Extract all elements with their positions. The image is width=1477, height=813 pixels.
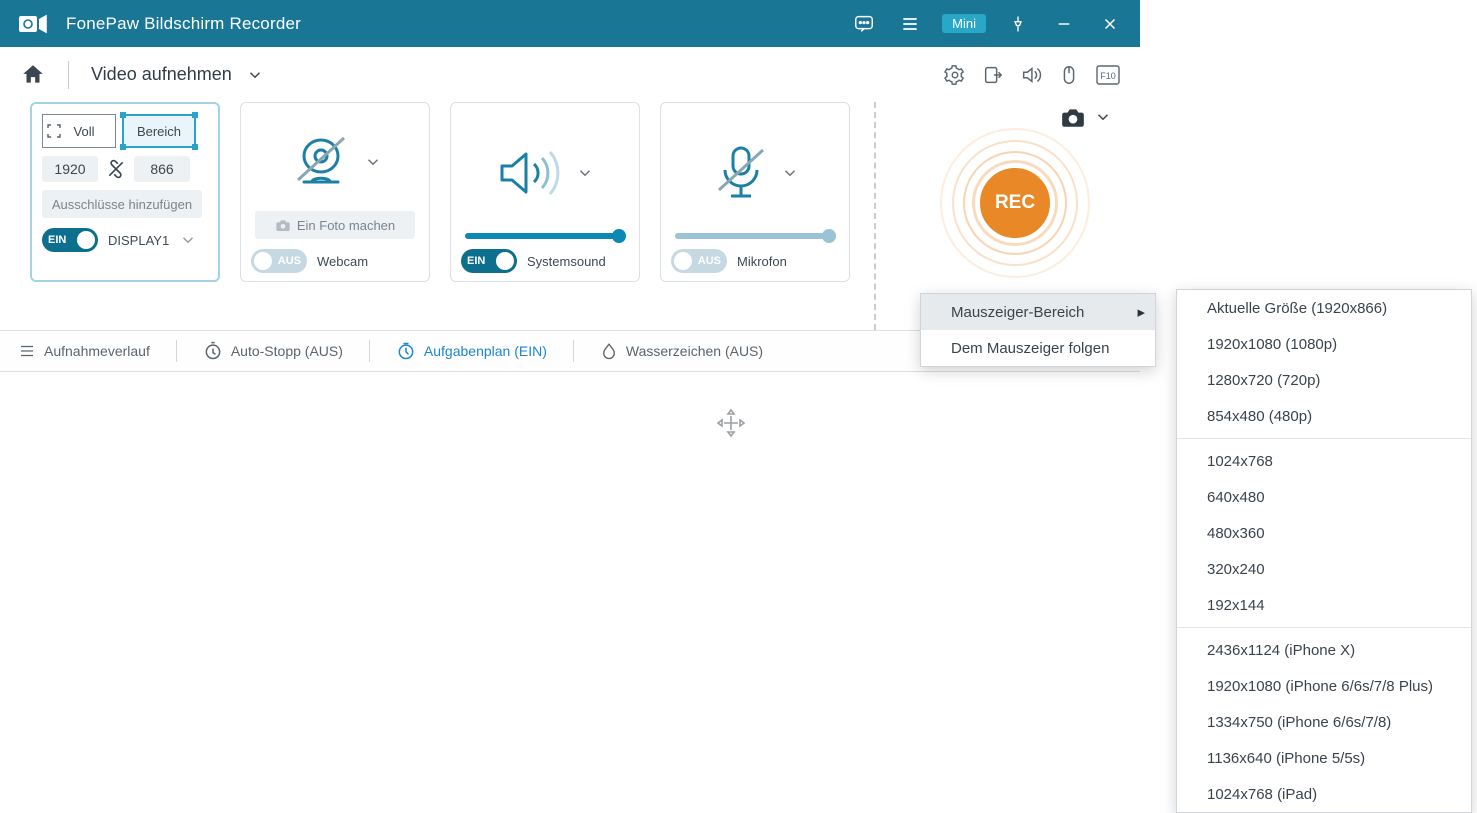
size-item[interactable]: 1920x1080 (1080p) (1177, 326, 1471, 362)
mouse-icon[interactable] (1058, 64, 1080, 86)
mic-toggle-label: AUS (698, 255, 721, 267)
minimize-icon[interactable] (1050, 10, 1078, 38)
hotkey-icon[interactable]: F10 (1096, 65, 1120, 85)
separator (68, 61, 69, 89)
app-title: FonePaw Bildschirm Recorder (66, 14, 301, 34)
menu-item-follow-cursor[interactable]: Dem Mauszeiger folgen (921, 330, 1155, 366)
close-icon[interactable] (1096, 10, 1124, 38)
mode-select[interactable]: Video aufnehmen (91, 64, 264, 85)
microphone-card: AUS Mikrofon (660, 102, 850, 282)
mode-label: Video aufnehmen (91, 64, 232, 85)
display-toggle-label: EIN (48, 234, 66, 246)
mic-toggle[interactable]: AUS (671, 249, 727, 273)
volume-icon[interactable] (1020, 64, 1042, 86)
sound-label: Systemsound (527, 254, 606, 269)
webcam-icon (288, 134, 354, 190)
schedule-button[interactable]: Aufgabenplan (EIN) (396, 341, 547, 361)
width-input[interactable]: 1920 (42, 156, 98, 182)
menu-item-label: Dem Mauszeiger folgen (951, 340, 1109, 357)
svg-text:F10: F10 (1100, 71, 1116, 81)
sound-toggle-label: EIN (467, 255, 485, 267)
size-item[interactable]: 320x240 (1177, 551, 1471, 587)
size-item[interactable]: 1334x750 (iPhone 6/6s/7/8) (1177, 704, 1471, 740)
mini-button[interactable]: Mini (942, 14, 986, 33)
chevron-down-icon[interactable] (364, 153, 382, 171)
height-input[interactable]: 866 (134, 156, 190, 182)
webcam-card: Ein Foto machen AUS Webcam (240, 102, 430, 282)
watermark-label: Wasserzeichen (AUS) (626, 343, 763, 359)
size-item[interactable]: 854x480 (480p) (1177, 398, 1471, 434)
microphone-icon (711, 144, 771, 202)
home-icon[interactable] (20, 62, 46, 88)
watermark-button[interactable]: Wasserzeichen (AUS) (600, 341, 763, 361)
titlebar: FonePaw Bildschirm Recorder Mini (0, 0, 1140, 47)
mic-slider[interactable] (675, 233, 835, 239)
size-item[interactable]: 1024x768 (iPad) (1177, 776, 1471, 812)
settings-icon[interactable] (944, 64, 966, 86)
display-card: Voll Bereich 1920 866 Ausschlüsse hinzuf… (30, 102, 220, 282)
size-item[interactable]: 1136x640 (iPhone 5/5s) (1177, 740, 1471, 776)
monitor-select[interactable]: DISPLAY1 (108, 233, 169, 248)
camera-icon[interactable] (1060, 106, 1086, 128)
size-item[interactable]: Aktuelle Größe (1920x866) (1177, 290, 1471, 326)
webcam-label: Webcam (317, 254, 368, 269)
region-option-label: Bereich (137, 124, 181, 139)
display-toggle[interactable]: EIN (42, 228, 98, 252)
record-button-wrap: REC (940, 128, 1090, 278)
sound-toggle[interactable]: EIN (461, 249, 517, 273)
size-item[interactable]: 2436x1124 (iPhone X) (1177, 632, 1471, 668)
size-item[interactable]: 192x144 (1177, 587, 1471, 623)
move-cursor-icon (716, 408, 746, 438)
systemsound-card: EIN Systemsound (450, 102, 640, 282)
dimensions-row: 1920 866 (42, 156, 208, 182)
feedback-icon[interactable] (850, 10, 878, 38)
region-segment: Voll Bereich (42, 114, 208, 148)
menu-icon[interactable] (896, 10, 924, 38)
chevron-down-icon[interactable] (1094, 108, 1112, 126)
pin-icon[interactable] (1004, 10, 1032, 38)
size-item[interactable]: 480x360 (1177, 515, 1471, 551)
schedule-label: Aufgabenplan (EIN) (424, 343, 547, 359)
menu-item-label: Mauszeiger-Bereich (951, 304, 1084, 321)
chevron-down-icon[interactable] (576, 164, 594, 182)
size-item[interactable]: 1920x1080 (iPhone 6/6s/7/8 Plus) (1177, 668, 1471, 704)
webcam-toggle[interactable]: AUS (251, 249, 307, 273)
take-photo-button[interactable]: Ein Foto machen (255, 211, 415, 239)
size-item[interactable]: 640x480 (1177, 479, 1471, 515)
region-option[interactable]: Bereich (122, 114, 196, 148)
menu-item-cursor-area[interactable]: Mauszeiger-Bereich ▸ (921, 294, 1155, 330)
chevron-right-icon: ▸ (1137, 303, 1145, 321)
size-menu: Aktuelle Größe (1920x866) 1920x1080 (108… (1176, 289, 1472, 813)
link-icon[interactable] (106, 159, 126, 179)
exclusions-label: Ausschlüsse hinzufügen (52, 197, 192, 212)
full-option-label: Voll (74, 124, 95, 139)
autostop-button[interactable]: Auto-Stopp (AUS) (203, 341, 343, 361)
history-label: Aufnahmeverlauf (44, 343, 150, 359)
chevron-down-icon[interactable] (179, 231, 197, 249)
full-option[interactable]: Voll (42, 114, 116, 148)
export-icon[interactable] (982, 64, 1004, 86)
vertical-separator (874, 102, 876, 330)
size-item[interactable]: 1280x720 (720p) (1177, 362, 1471, 398)
sound-slider[interactable] (465, 233, 625, 239)
mic-label: Mikrofon (737, 254, 787, 269)
webcam-toggle-label: AUS (278, 255, 301, 267)
take-photo-label: Ein Foto machen (297, 218, 395, 233)
speaker-icon (496, 146, 566, 200)
history-button[interactable]: Aufnahmeverlauf (18, 342, 150, 360)
exclusions-button[interactable]: Ausschlüsse hinzufügen (42, 190, 202, 218)
size-item[interactable]: 1024x768 (1177, 443, 1471, 479)
chevron-down-icon[interactable] (781, 164, 799, 182)
mode-toolbar: Video aufnehmen F10 (0, 47, 1140, 102)
app-logo-icon (18, 13, 48, 35)
autostop-label: Auto-Stopp (AUS) (231, 343, 343, 359)
record-mode-menu: Mauszeiger-Bereich ▸ Dem Mauszeiger folg… (920, 293, 1156, 367)
